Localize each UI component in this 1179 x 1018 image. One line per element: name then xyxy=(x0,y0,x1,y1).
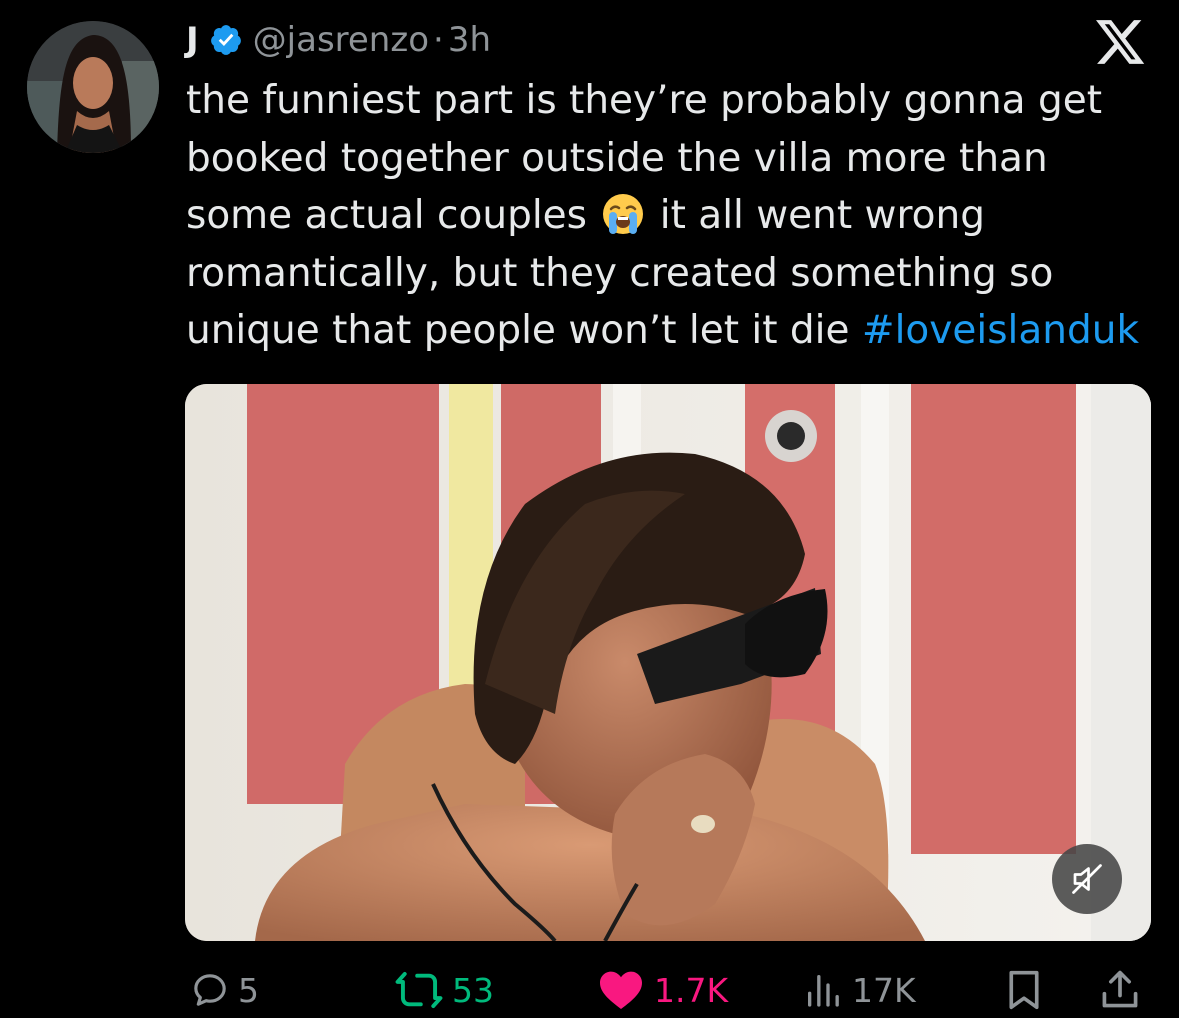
views-button[interactable]: 17K xyxy=(802,962,916,1018)
bookmark-icon xyxy=(1009,970,1039,1010)
video-frame xyxy=(185,384,1151,941)
mute-icon xyxy=(1072,864,1102,894)
crying-face-emoji-icon xyxy=(601,192,645,236)
avatar[interactable] xyxy=(27,21,159,153)
timestamp[interactable]: 3h xyxy=(448,20,491,60)
x-logo-icon[interactable] xyxy=(1096,20,1146,66)
retweet-count: 53 xyxy=(452,970,494,1010)
retweet-icon xyxy=(395,971,443,1009)
share-button[interactable] xyxy=(1098,962,1142,1018)
avatar-image xyxy=(27,21,159,153)
like-count: 1.7K xyxy=(654,970,729,1010)
tweet-text: the funniest part is they’re probably go… xyxy=(186,72,1156,360)
views-icon xyxy=(808,975,839,1007)
retweet-button[interactable]: 53 xyxy=(394,962,494,1018)
like-heart-icon xyxy=(600,971,642,1009)
tweet-video[interactable] xyxy=(185,384,1151,941)
bookmark-button[interactable] xyxy=(1004,962,1044,1018)
separator-dot: · xyxy=(433,20,444,60)
mute-button[interactable] xyxy=(1052,844,1122,914)
views-count: 17K xyxy=(852,970,916,1010)
tweet-header: J @jasrenzo · 3h xyxy=(186,14,491,66)
share-icon xyxy=(1102,970,1138,1008)
like-button[interactable]: 1.7K xyxy=(596,962,728,1018)
reply-button[interactable]: 5 xyxy=(190,962,259,1018)
user-handle[interactable]: @jasrenzo xyxy=(253,20,429,60)
display-name[interactable]: J xyxy=(186,20,199,60)
verified-badge-icon xyxy=(209,23,243,57)
reply-icon xyxy=(194,974,226,1006)
reply-count: 5 xyxy=(238,970,259,1010)
hashtag-link[interactable]: #loveislanduk xyxy=(862,308,1139,353)
